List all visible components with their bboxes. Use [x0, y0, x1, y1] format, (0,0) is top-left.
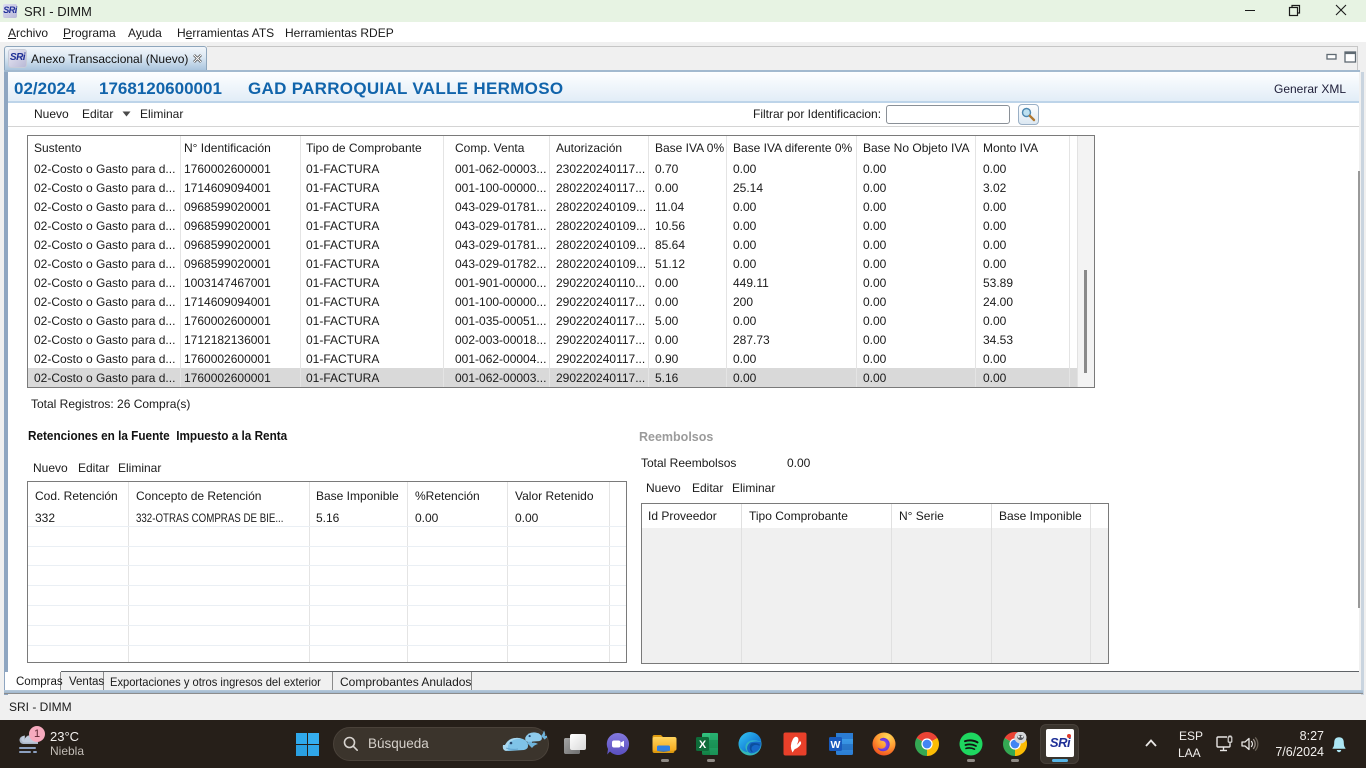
svg-text:W: W	[831, 739, 841, 751]
svg-text:X: X	[699, 739, 707, 751]
